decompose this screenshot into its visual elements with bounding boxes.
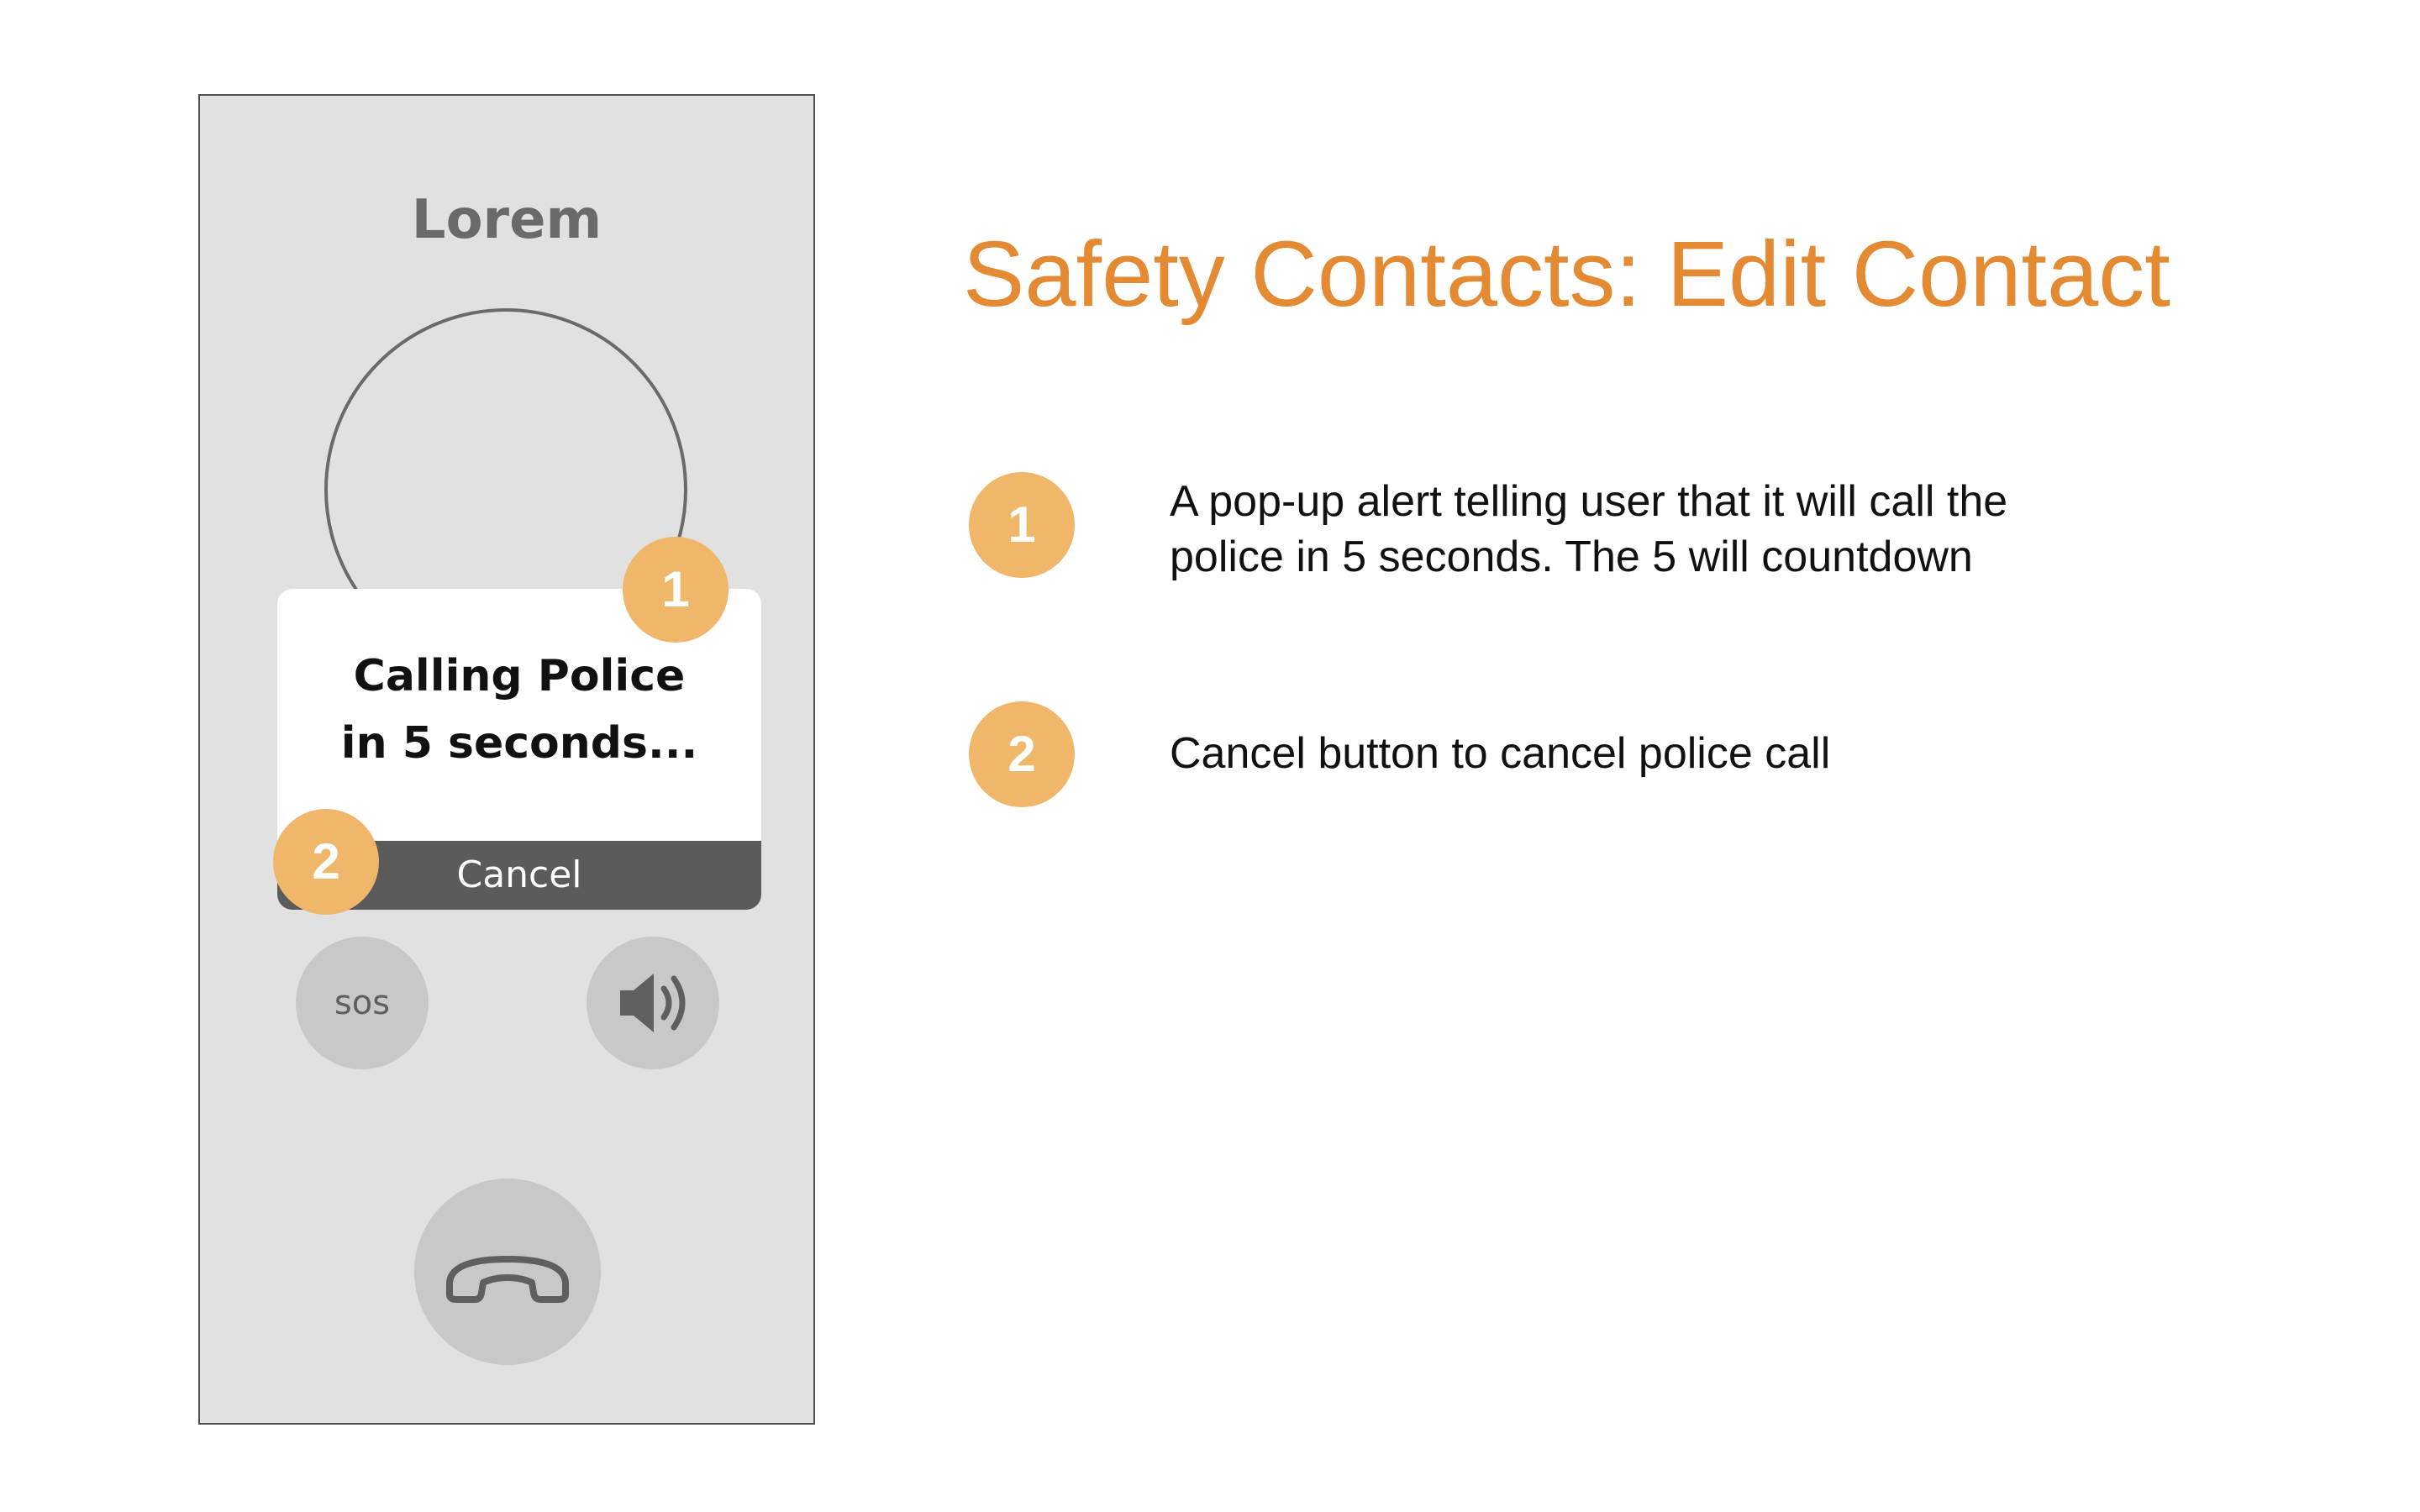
note-marker-2: 2: [969, 701, 1075, 807]
phone-mockup: Lorem Calling Police in 5 seconds... Can…: [198, 94, 815, 1425]
popup-message-line1: Calling Police: [353, 651, 686, 701]
speaker-button[interactable]: [587, 937, 719, 1069]
note-text-1: A pop-up alert telling user that it will…: [1170, 474, 2007, 585]
sos-label: SOS: [334, 984, 391, 1022]
sos-button[interactable]: SOS: [296, 937, 429, 1069]
page-title: Safety Contacts: Edit Contact: [963, 223, 2170, 326]
note-marker-1: 1: [969, 472, 1075, 578]
contact-name: Lorem: [411, 189, 602, 251]
end-call-icon: [446, 1256, 569, 1303]
marker-2: 2: [273, 809, 379, 915]
note-text-2-line1: Cancel button to cancel police call: [1170, 729, 1831, 778]
end-call-button[interactable]: [414, 1179, 601, 1365]
marker-1: 1: [623, 537, 729, 643]
note-text-1-line1: A pop-up alert telling user that it will…: [1170, 477, 2008, 526]
popup-message-line2: in 5 seconds...: [340, 718, 698, 769]
speaker-icon: [620, 974, 686, 1032]
note-text-1-line2: police in 5 seconds. The 5 will countdow…: [1170, 533, 1973, 581]
note-text-2: Cancel button to cancel police call: [1170, 726, 1830, 781]
